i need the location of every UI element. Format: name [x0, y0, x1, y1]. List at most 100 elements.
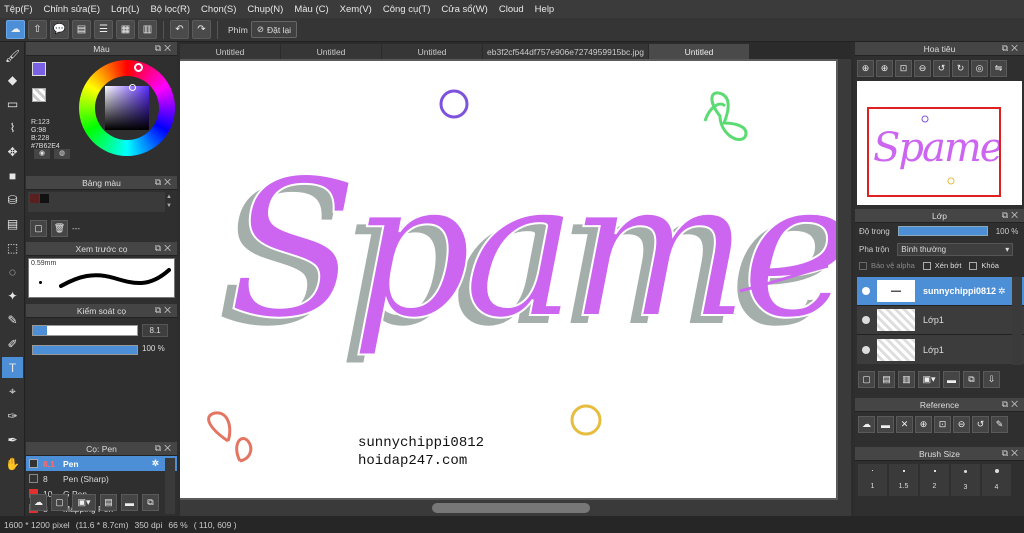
menu-file[interactable]: Tệp(F): [4, 4, 33, 15]
zoom-out-icon[interactable]: ⊖: [953, 416, 970, 433]
zoom-in-icon[interactable]: ⊕: [857, 60, 874, 77]
menu-color[interactable]: Màu (C): [294, 4, 328, 15]
panel-controls-icon[interactable]: ⧉✕: [155, 43, 174, 54]
layout-icon[interactable]: ▥: [138, 20, 157, 39]
select-eraser-tool-icon[interactable]: ✐: [2, 333, 23, 354]
eyedropper-icon[interactable]: ✎: [991, 416, 1008, 433]
paper-canvas[interactable]: Spame Spame sunnychippi0812 hoidap247.co…: [180, 61, 836, 498]
brush-opacity-slider[interactable]: [32, 345, 138, 355]
menu-select[interactable]: Chọn(S): [201, 4, 236, 15]
brush-list-scrollbar[interactable]: [165, 458, 175, 514]
visibility-eye-icon[interactable]: [862, 345, 870, 354]
menu-view[interactable]: Xem(V): [340, 4, 372, 15]
new-folder-layer-icon[interactable]: ▥: [898, 371, 915, 388]
menu-tools[interactable]: Công cụ(T): [383, 4, 431, 15]
panel-controls-icon[interactable]: ⧉✕: [155, 305, 174, 316]
horizontal-scroll-thumb[interactable]: [432, 503, 590, 513]
hue-picker-icon[interactable]: [134, 63, 143, 72]
select-rect-tool-icon[interactable]: ⬚: [2, 237, 23, 258]
fill-rect-tool-icon[interactable]: ■: [2, 165, 23, 186]
brush-size-value[interactable]: 8.1: [142, 324, 168, 337]
gradient-tool-icon[interactable]: ▤: [2, 213, 23, 234]
lasso-tool-icon[interactable]: ◌: [2, 261, 23, 282]
canvas-horizontal-scrollbar[interactable]: [180, 500, 851, 516]
layer-list-scrollbar[interactable]: [1012, 277, 1022, 365]
grid-icon[interactable]: ▦: [116, 20, 135, 39]
menu-window[interactable]: Cửa sổ(W): [441, 4, 487, 15]
hand-tool-icon[interactable]: ✋: [2, 453, 23, 474]
new-layer-icon[interactable]: ▢: [858, 371, 875, 388]
rotate-icon[interactable]: ↺: [972, 416, 989, 433]
bucket-tool-icon[interactable]: ⛁: [2, 189, 23, 210]
new-swatch-icon[interactable]: ▢: [30, 220, 47, 237]
brush-tool-icon[interactable]: 🖌: [2, 45, 23, 66]
text-tool-icon[interactable]: T: [2, 357, 23, 378]
layer-row-text[interactable]: ▬▬ sunnychippi0812 ✲: [857, 277, 1024, 306]
brush-settings-icon[interactable]: ▤: [100, 494, 117, 511]
lock-checkbox[interactable]: [969, 261, 978, 270]
panel-controls-icon[interactable]: ⧉✕: [1002, 399, 1021, 410]
color-mode-icon[interactable]: ◉: [34, 149, 50, 159]
foreground-color-swatch[interactable]: [32, 62, 46, 76]
layer-opacity-slider[interactable]: [897, 226, 988, 236]
menu-filter[interactable]: Bộ lọc(R): [150, 4, 190, 15]
tab-untitled-1[interactable]: Untitled: [180, 44, 280, 59]
new-vector-layer-icon[interactable]: ▤: [878, 371, 895, 388]
fit-window-icon[interactable]: ⊡: [934, 416, 951, 433]
panel-controls-icon[interactable]: ⧉✕: [1002, 210, 1021, 221]
pen-tool-icon[interactable]: ✒: [2, 429, 23, 450]
select-pen-tool-icon[interactable]: ✎: [2, 309, 23, 330]
rectangle-tool-icon[interactable]: ▭: [2, 93, 23, 114]
zoom-in-icon[interactable]: ⊕: [915, 416, 932, 433]
transparent-swatch[interactable]: [32, 88, 46, 102]
undo-icon[interactable]: ↶: [170, 20, 189, 39]
layer-menu-icon[interactable]: ▣▾: [918, 371, 940, 388]
color-mix-icon[interactable]: ◍: [54, 149, 70, 159]
cloud-brush-icon[interactable]: ☁: [30, 494, 47, 511]
flip-icon[interactable]: ⇋: [990, 60, 1007, 77]
brush-size-cell[interactable]: 1: [858, 464, 887, 496]
panel-controls-icon[interactable]: ⧉✕: [155, 243, 174, 254]
hue-wheel[interactable]: [79, 60, 175, 156]
menu-cloud[interactable]: Cloud: [499, 4, 524, 15]
zoom-in-icon[interactable]: ⊕: [876, 60, 893, 77]
protect-alpha-checkbox[interactable]: [859, 261, 867, 270]
menu-capture[interactable]: Chụp(N): [247, 4, 283, 15]
delete-swatch-icon[interactable]: 🗑: [51, 220, 68, 237]
canvas-vertical-scrollbar[interactable]: [838, 59, 851, 500]
brush-size-cell[interactable]: 4: [982, 464, 1011, 496]
eyedropper-tool-icon[interactable]: ✑: [2, 405, 23, 426]
copy-layer-icon[interactable]: ⧉: [963, 371, 980, 388]
tab-untitled-active[interactable]: Untitled: [649, 44, 749, 59]
canvas-area[interactable]: Spame Spame sunnychippi0812 hoidap247.co…: [180, 59, 851, 500]
comment-icon[interactable]: ▤: [72, 20, 91, 39]
cloud-icon[interactable]: ☁: [6, 20, 25, 39]
blend-mode-select[interactable]: Bình thường ▾: [897, 243, 1014, 256]
layer-row[interactable]: Lớp1: [857, 335, 1024, 364]
close-icon[interactable]: ✕: [896, 416, 913, 433]
zoom-out-icon[interactable]: ⊖: [914, 60, 931, 77]
gear-icon[interactable]: ✲: [152, 458, 159, 469]
eraser-tool-icon[interactable]: ◆: [2, 69, 23, 90]
gear-icon[interactable]: ✲: [998, 286, 1006, 297]
brush-item-pen-sharp[interactable]: 8 Pen (Sharp): [26, 471, 177, 486]
fit-window-icon[interactable]: ⊡: [895, 60, 912, 77]
chat-icon[interactable]: 💬: [50, 20, 69, 39]
cloud-download-icon[interactable]: ☁: [858, 416, 875, 433]
color-picker-icon[interactable]: [129, 84, 136, 91]
move-tool-icon[interactable]: ✥: [2, 141, 23, 162]
navigator-preview[interactable]: Spame: [857, 81, 1022, 205]
visibility-eye-icon[interactable]: [862, 316, 870, 324]
reset-button[interactable]: ⊘ Đặt lại: [250, 21, 298, 38]
panel-controls-icon[interactable]: ⧉✕: [1002, 448, 1021, 459]
brush-size-cell[interactable]: 3: [951, 464, 980, 496]
operation-tool-icon[interactable]: ⌖: [2, 381, 23, 402]
panel-controls-icon[interactable]: ⧉✕: [1002, 43, 1021, 54]
visibility-eye-icon[interactable]: [862, 287, 870, 295]
clipping-checkbox[interactable]: [922, 261, 931, 270]
rotate-left-icon[interactable]: ↺: [933, 60, 950, 77]
swatch-scroll-icon[interactable]: ▲ ▼: [166, 193, 174, 211]
saturation-value-square[interactable]: [105, 86, 149, 130]
redo-icon[interactable]: ↷: [192, 20, 211, 39]
brush-item-pen[interactable]: 8.1 Pen ✲: [26, 456, 177, 471]
